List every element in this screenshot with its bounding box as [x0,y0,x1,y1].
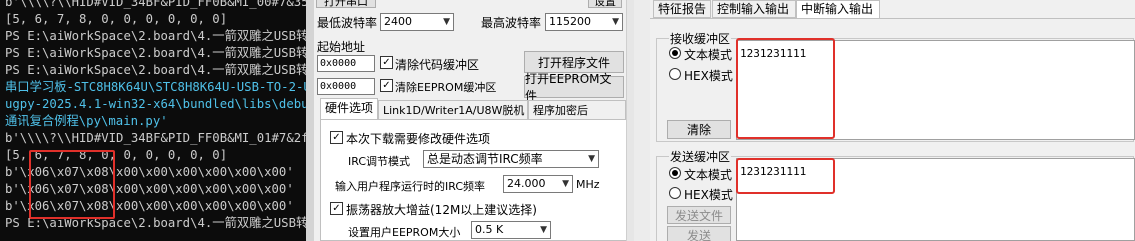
recv-text-mode-radio[interactable] [669,47,681,59]
send-hex-mode-label: HEX模式 [684,188,733,202]
open-serial-button[interactable]: 打开串口 [316,0,376,8]
terminal-line: ugpy-2025.4.1-win32-x64\bundled\libs\deb… [5,97,306,111]
scrollbar[interactable] [626,0,634,241]
min-baud-label: 最低波特率 [317,16,378,30]
send-file-button[interactable]: 发送文件 [667,206,731,224]
hardware-options-pane: ✓ 本次下载需要修改硬件选项 IRC调节模式 总是动态调节IRC频率 ▼ 输入用户… [320,119,634,241]
tab-program-encrypt[interactable]: 程序加密后 [528,100,626,120]
highlight-annotation-box [29,150,115,219]
irc-freq-select[interactable]: 24.000 ▼ [503,175,573,193]
recv-text-mode-label: 文本模式 [684,48,733,62]
recv-hex-mode-radio[interactable] [669,68,681,80]
irc-mode-label: IRC调节模式 [348,155,411,168]
highlight-annotation-box [736,38,835,139]
send-buffer-title: 发送缓冲区 [669,148,732,165]
modify-hw-label: 本次下载需要修改硬件选项 [346,132,491,146]
tab-feature-report[interactable]: 特征报告 [653,0,711,18]
irc-freq-label: 输入用户程序运行时的IRC频率 [335,180,486,193]
tab-control-io[interactable]: 控制输入输出 [712,0,796,18]
send-button[interactable]: 发送 [667,226,731,241]
send-hex-mode-radio[interactable] [669,187,681,199]
address-field-1[interactable]: 0x0000 [317,55,375,72]
modify-hw-checkbox[interactable]: ✓ [330,131,343,144]
chevron-down-icon: ▼ [540,225,547,235]
open-eeprom-file-button[interactable]: 打开EEPROM文件 [524,72,624,103]
receive-buffer-title: 接收缓冲区 [669,30,732,47]
tab-divider [650,18,1135,19]
eeprom-size-label: 设置用户EEPROM大小 [348,226,461,239]
terminal-line: b'\\\\?\\HID#VID_34BF&PID_FF0B&MI_01#7&2… [5,131,306,145]
max-baud-label: 最高波特率 [481,16,542,30]
send-text-mode-radio[interactable] [669,167,681,179]
irc-mode-select[interactable]: 总是动态调节IRC频率 ▼ [423,150,599,168]
terminal-line: PS E:\aiWorkSpace\2.board\4.一箭双雕之USB转 [5,63,306,77]
terminal-line: 串口学习板-STC8H8K64U\STC8H8K64U-USB-TO-2-U [5,80,306,94]
chevron-down-icon: ▼ [443,17,450,27]
eeprom-size-value: 0.5 K [475,223,504,236]
irc-freq-value: 24.000 [507,177,546,190]
send-text-mode-label: 文本模式 [684,168,733,182]
tab-offline-writer[interactable]: Link1D/Writer1A/U8W脱机 [378,100,528,120]
address-field-2[interactable]: 0x0000 [317,78,375,95]
terminal-line: 通讯复合例程\py\main.py' [5,114,168,128]
clear-code-label: 清除代码缓冲区 [395,58,480,72]
terminal-window[interactable]: b'\\\\?\\HID#VID_34BF&PID_FF0B&MI_00#7&3… [0,0,306,241]
highlight-annotation-box [736,158,835,194]
terminal-line: PS E:\aiWorkSpace\2.board\4.一箭双雕之USB转 [5,29,306,43]
tab-interrupt-io[interactable]: 中断输入输出 [796,0,880,19]
window-gap [634,0,650,241]
terminal-line: PS E:\aiWorkSpace\2.board\4.一箭双雕之USB转 [5,46,306,60]
irc-freq-unit: MHz [576,178,600,191]
terminal-line: b'\\\\?\\HID#VID_34BF&PID_FF0B&MI_00#7&3… [5,0,306,9]
osc-gain-checkbox[interactable]: ✓ [330,202,343,215]
clear-eeprom-label: 清除EEPROM缓冲区 [395,81,497,94]
recv-hex-mode-label: HEX模式 [684,69,733,83]
clear-eeprom-checkbox[interactable]: ✓ [380,79,393,92]
window-gap [306,0,314,241]
min-baud-select[interactable]: 2400 ▼ [380,13,454,31]
chevron-down-icon: ▼ [612,17,619,27]
chevron-down-icon: ▼ [562,179,569,189]
clear-receive-button[interactable]: 清除 [667,120,731,139]
hid-io-panel: 特征报告 控制输入输出 中断输入输出 接收缓冲区 文本模式 HEX模式 清除 1… [650,0,1135,241]
min-baud-value: 2400 [384,15,412,28]
terminal-line: [5, 6, 7, 8, 0, 0, 0, 0, 0, 0] [5,12,228,26]
tab-hardware-options[interactable]: 硬件选项 [320,98,378,120]
eeprom-size-select[interactable]: 0.5 K ▼ [471,221,551,239]
stc-isp-panel: 打开串口 设置 最低波特率 2400 ▼ 最高波特率 115200 ▼ 起始地址 0… [314,0,634,241]
clear-code-checkbox[interactable]: ✓ [380,56,393,69]
chevron-down-icon: ▼ [588,154,595,164]
max-baud-value: 115200 [549,15,591,28]
start-address-label: 起始地址 [317,40,366,54]
max-baud-select[interactable]: 115200 ▼ [545,13,623,31]
settings-button[interactable]: 设置 [588,0,622,8]
irc-mode-value: 总是动态调节IRC频率 [427,152,543,166]
osc-gain-label: 振荡器放大增益(12M以上建议选择) [346,203,537,217]
